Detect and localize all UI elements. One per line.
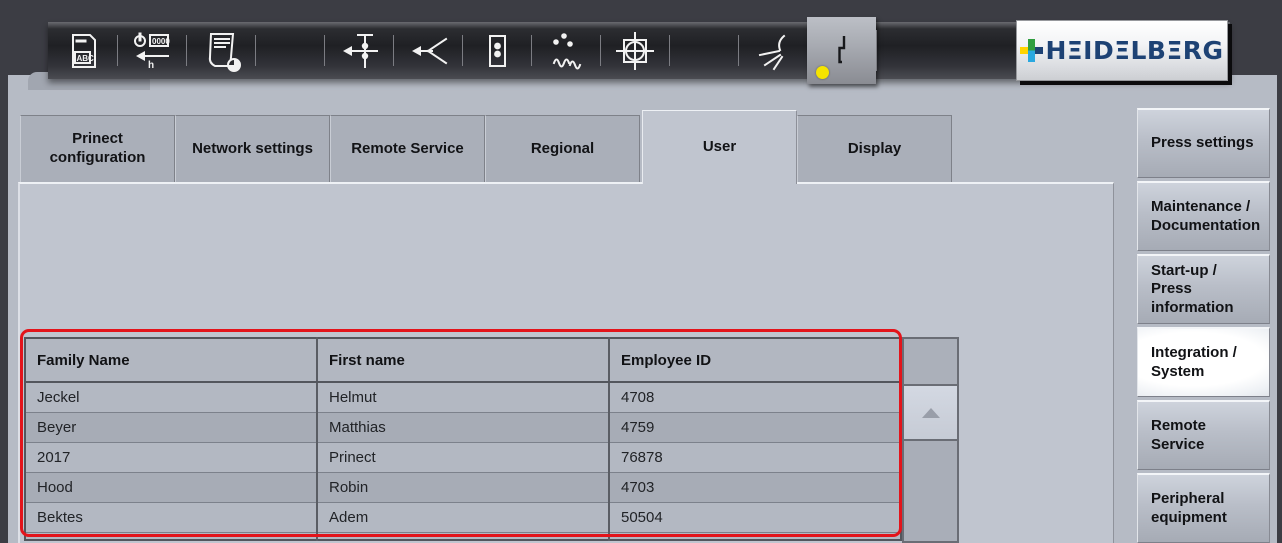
sidebar-item-startup-press-information[interactable]: Start-up / Press information xyxy=(1137,254,1270,324)
scrollbar-track[interactable] xyxy=(904,441,957,541)
cell-first-name[interactable]: Matthias xyxy=(317,412,609,442)
cell-employee-id[interactable]: 4708 xyxy=(609,382,901,412)
merge-arrow-icon xyxy=(406,29,450,73)
door-sensor-icon xyxy=(475,29,519,73)
cell-employee-id[interactable]: 4703 xyxy=(609,472,901,502)
toolbar-button-register-crosshair[interactable] xyxy=(600,22,669,79)
job-sheet-icon xyxy=(198,28,244,74)
sidebar-item-peripheral-equipment[interactable]: Peripheral equipment xyxy=(1137,473,1270,543)
user-table: Family Name First name Employee ID Jecke… xyxy=(24,337,902,541)
toolbar-button-impression-counter[interactable]: 0000 h xyxy=(117,22,186,79)
cell-family-name[interactable]: Bektes xyxy=(25,502,317,532)
table-row[interactable]: Hood Robin 4703 xyxy=(25,472,901,502)
table-header-row: Family Name First name Employee ID xyxy=(25,338,901,382)
status-dot xyxy=(816,66,829,79)
toolbar-slot-empty-1 xyxy=(255,22,324,79)
table-row-partial xyxy=(25,532,901,540)
screen: ABC 0000 h xyxy=(0,0,1282,543)
powder-spray-icon xyxy=(544,29,588,73)
heidelberg-logo: HΞIDΞLBΞRG xyxy=(1016,20,1228,81)
toolbar-slot-empty-2 xyxy=(669,22,738,79)
tab-remote-service[interactable]: Remote Service xyxy=(330,115,485,182)
cell-family-name[interactable]: Beyer xyxy=(25,412,317,442)
toolbar-button-sheet-infeed[interactable] xyxy=(324,22,393,79)
toolbar-button-job-sheet[interactable] xyxy=(186,22,255,79)
table-row[interactable]: Bektes Adem 50504 xyxy=(25,502,901,532)
cell-family-name[interactable]: Hood xyxy=(25,472,317,502)
sidebar-item-integration-system[interactable]: Integration / System xyxy=(1137,327,1270,397)
toolbar-button-washup[interactable] xyxy=(807,17,876,84)
cell-first-name[interactable]: Helmut xyxy=(317,382,609,412)
air-blast-icon xyxy=(751,29,795,73)
cell-first-name[interactable]: Prinect xyxy=(317,442,609,472)
cell-first-name[interactable]: Adem xyxy=(317,502,609,532)
abc-document-icon: ABC xyxy=(61,29,105,73)
svg-text:h: h xyxy=(148,60,154,71)
sidebar-item-maintenance-documentation[interactable]: Maintenance / Documentation xyxy=(1137,181,1270,251)
cell-family-name[interactable]: Jeckel xyxy=(25,382,317,412)
sidebar-item-press-settings[interactable]: Press settings xyxy=(1137,108,1270,178)
tab-user[interactable]: User xyxy=(642,110,797,184)
sidebar-item-remote-service[interactable]: Remote Service xyxy=(1137,400,1270,470)
table-row[interactable]: Beyer Matthias 4759 xyxy=(25,412,901,442)
svg-text:ABC: ABC xyxy=(76,54,94,63)
logo-text: HΞIDΞLBΞRG xyxy=(1045,36,1223,65)
toolbar-button-merge-arrow[interactable] xyxy=(393,22,462,79)
toolbar-button-door-sensor[interactable] xyxy=(462,22,531,79)
impression-counter-icon: 0000 h xyxy=(130,29,174,73)
column-header-first-name: First name xyxy=(317,338,609,382)
toolbar: ABC 0000 h xyxy=(48,22,1230,79)
table-scrollbar xyxy=(902,337,959,543)
column-header-family-name: Family Name xyxy=(25,338,317,382)
table-row[interactable]: Jeckel Helmut 4708 xyxy=(25,382,901,412)
washup-line-icon xyxy=(820,29,864,73)
table-row[interactable]: 2017 Prinect 76878 xyxy=(25,442,901,472)
column-header-employee-id: Employee ID xyxy=(609,338,901,382)
svg-text:0000: 0000 xyxy=(152,37,170,46)
scrollbar-header-spacer xyxy=(904,339,957,386)
tab-network-settings[interactable]: Network settings xyxy=(175,115,330,182)
scroll-up-button[interactable] xyxy=(904,386,957,441)
register-crosshair-icon xyxy=(613,29,657,73)
tab-prinect-configuration[interactable]: Prinect configuration xyxy=(20,115,175,182)
sheet-infeed-icon xyxy=(337,29,381,73)
cell-employee-id[interactable]: 4759 xyxy=(609,412,901,442)
cell-first-name[interactable]: Robin xyxy=(317,472,609,502)
toolbar-button-powder-spray[interactable] xyxy=(531,22,600,79)
cell-employee-id[interactable]: 76878 xyxy=(609,442,901,472)
toolbar-button-air-blast[interactable] xyxy=(738,22,807,79)
cell-family-name[interactable]: 2017 xyxy=(25,442,317,472)
tab-display[interactable]: Display xyxy=(797,115,952,182)
tab-regional[interactable]: Regional xyxy=(485,115,640,182)
heidelberg-plus-icon xyxy=(1020,39,1043,62)
cell-employee-id[interactable]: 50504 xyxy=(609,502,901,532)
toolbar-button-register-document[interactable]: ABC xyxy=(48,22,117,79)
triangle-up-icon xyxy=(922,408,940,418)
